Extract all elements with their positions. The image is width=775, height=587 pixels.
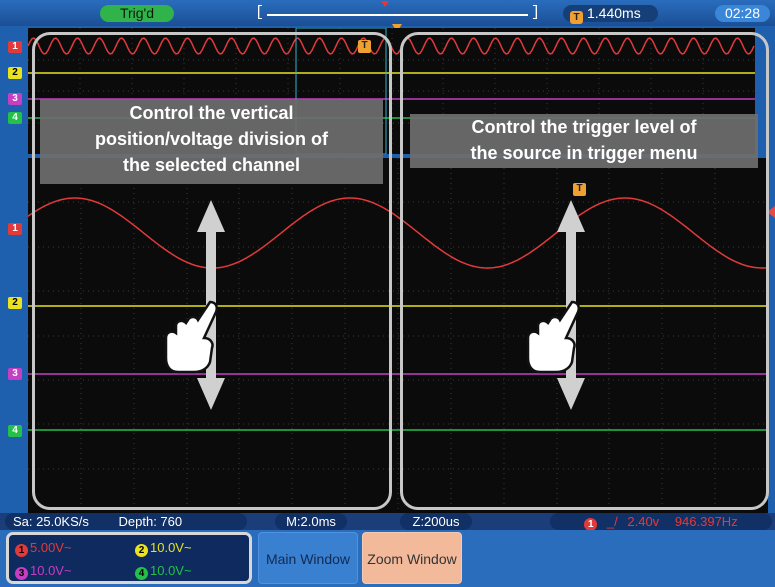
trigger-level-readout: 2.40v bbox=[627, 514, 660, 529]
trigger-slope-icon: _/ bbox=[606, 514, 618, 529]
memory-position-bar[interactable]: [ ] bbox=[255, 1, 540, 22]
sample-info-pill: Sa: 25.0KS/s Depth: 760 bbox=[5, 513, 247, 530]
zoom-timebase-readout[interactable]: Z:200us bbox=[400, 513, 472, 530]
ch4-volts-icon: 4 bbox=[135, 567, 148, 580]
memory-marker-icon bbox=[381, 1, 389, 7]
main-ch4-marker[interactable]: 4 bbox=[8, 112, 22, 124]
ch1-volts-div[interactable]: 1 5.00V~ bbox=[15, 540, 72, 557]
zoom-ch3-marker[interactable]: 3 bbox=[8, 368, 22, 380]
trigger-status-badge: Trig'd bbox=[100, 5, 174, 22]
trigger-time-value: 1.440ms bbox=[587, 5, 641, 21]
ch1-volts-icon: 1 bbox=[15, 544, 28, 557]
main-ch2-marker[interactable]: 2 bbox=[8, 67, 22, 79]
right-hand-pointer-icon bbox=[526, 300, 580, 374]
zoom-window-button[interactable]: Zoom Window bbox=[362, 532, 462, 584]
sample-rate-readout: Sa: 25.0KS/s bbox=[13, 514, 89, 529]
main-ch3-marker[interactable]: 3 bbox=[8, 93, 22, 105]
main-window-button[interactable]: Main Window bbox=[258, 532, 358, 584]
top-status-bar: Trig'd [ ] T 1.440ms 02:28 bbox=[0, 0, 775, 26]
acquisition-status-bar: Sa: 25.0KS/s Depth: 760 M:2.0ms Z:200us … bbox=[0, 513, 775, 531]
trigger-callout-line-1: Control the trigger level of bbox=[471, 117, 697, 137]
ch2-volts-div[interactable]: 2 10.0V~ bbox=[135, 540, 192, 557]
ch1-volts-value: 5.00V~ bbox=[30, 540, 72, 555]
left-hand-pointer-icon bbox=[164, 300, 218, 374]
main-ch1-marker[interactable]: 1 bbox=[8, 41, 22, 53]
zoom-ch2-marker[interactable]: 2 bbox=[8, 297, 22, 309]
vertical-callout-line-3: the selected channel bbox=[122, 155, 301, 175]
memory-depth-readout: Depth: 760 bbox=[118, 514, 183, 529]
channel-settings-panel[interactable]: 1 5.00V~ 2 10.0V~ 3 10.0V~ 4 10.0V~ bbox=[6, 532, 252, 584]
zoom-ch1-marker[interactable]: 1 bbox=[8, 223, 22, 235]
ch3-volts-icon: 3 bbox=[15, 567, 28, 580]
frequency-readout: 946.397Hz bbox=[674, 514, 738, 529]
memory-bracket-left: [ bbox=[255, 4, 265, 21]
zoom-ch4-marker[interactable]: 4 bbox=[8, 425, 22, 437]
ch3-volts-value: 10.0V~ bbox=[30, 563, 72, 578]
ch4-volts-div[interactable]: 4 10.0V~ bbox=[135, 563, 192, 580]
trigger-level-callout: Control the trigger level of the source … bbox=[410, 114, 758, 168]
ch2-volts-value: 10.0V~ bbox=[150, 540, 192, 555]
clock-display: 02:28 bbox=[715, 5, 770, 22]
trigger-position-readout[interactable]: T 1.440ms bbox=[563, 5, 658, 24]
vertical-callout-line-2: position/voltage division of bbox=[94, 129, 328, 149]
memory-bracket-right: ] bbox=[530, 4, 540, 21]
main-timebase-readout[interactable]: M:2.0ms bbox=[275, 513, 347, 530]
ch3-volts-div[interactable]: 3 10.0V~ bbox=[15, 563, 72, 580]
trigger-info-pill[interactable]: 1 _/ 2.40v 946.397Hz bbox=[550, 513, 772, 531]
bottom-control-bar: 1 5.00V~ 2 10.0V~ 3 10.0V~ 4 10.0V~ Main Win… bbox=[0, 530, 775, 587]
memory-line bbox=[267, 14, 528, 16]
vertical-control-callout: Control the vertical position/voltage di… bbox=[40, 99, 383, 184]
trigger-callout-line-2: the source in trigger menu bbox=[470, 143, 698, 163]
vertical-callout-line-1: Control the vertical bbox=[129, 103, 294, 123]
trigger-position-icon: T bbox=[570, 11, 583, 24]
ch4-volts-value: 10.0V~ bbox=[150, 563, 192, 578]
ch2-volts-icon: 2 bbox=[135, 544, 148, 557]
